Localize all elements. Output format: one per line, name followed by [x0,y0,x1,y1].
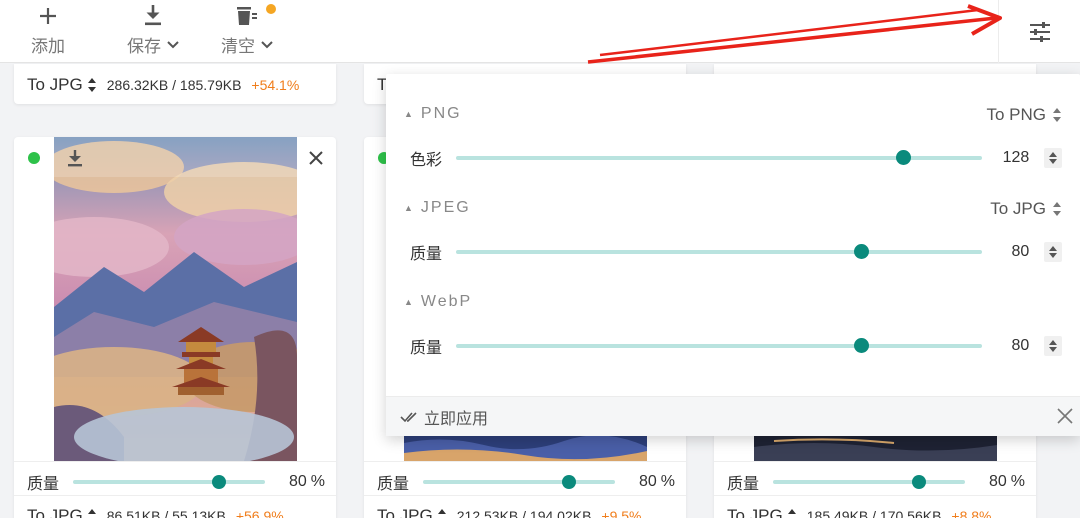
collapse-triangle-icon[interactable]: ▲ [404,203,413,213]
close-icon[interactable] [308,150,324,166]
sort-icon [1053,108,1061,122]
double-check-icon [400,411,417,422]
format-select-label[interactable]: To JPG [727,506,783,518]
file-sizes: 86.51KB / 55.13KB [106,508,226,518]
size-change: +9.5% [601,508,642,518]
format-select-label[interactable]: To JPG [377,506,433,518]
quality-label: 质量 [27,476,60,493]
save-button[interactable]: 保存 [122,0,184,57]
section-title: PNG [420,105,462,122]
param-row-webp: 质量 80 [410,336,1062,357]
quality-slider[interactable] [73,475,265,489]
preview-image[interactable] [54,137,297,461]
apply-now-button[interactable]: 立即应用 [400,405,488,429]
save-label: 保存 [127,37,161,56]
section-header-webp[interactable]: ▲ WebP [404,293,472,311]
quality-row: 质量 80 % [27,470,327,494]
quality-unit: % [310,473,326,490]
value-stepper[interactable] [1044,242,1062,262]
collapse-triangle-icon[interactable]: ▲ [404,109,413,119]
param-value: 128 [1002,149,1030,166]
toolbar: 添加 保存 清空 [0,0,1080,63]
color-slider[interactable] [456,150,983,165]
slider-knob[interactable] [211,475,226,489]
format-select-value: To PNG [986,105,1046,124]
size-change: +8.8% [951,508,992,518]
sort-icon [1053,202,1061,216]
size-change: +54.1% [251,77,300,93]
param-value: 80 [1011,337,1030,354]
status-dot [28,152,40,164]
settings-button[interactable] [998,0,1080,63]
sort-icon[interactable] [87,77,97,93]
format-select-png[interactable]: To PNG [986,105,1062,125]
preview-image[interactable] [754,433,997,461]
quality-row: 质量 80 % [377,470,677,494]
download-icon [143,0,163,26]
format-select-label[interactable]: To JPG [27,75,83,95]
quality-value: 80 [989,473,1007,490]
quality-unit: % [1010,473,1026,490]
add-button[interactable]: 添加 [26,0,70,57]
close-icon[interactable] [1056,407,1074,425]
section-header-png[interactable]: ▲ PNG [404,105,462,123]
value-stepper[interactable] [1044,336,1062,356]
sort-icon[interactable] [787,508,797,518]
size-change: +56.9% [235,508,284,518]
download-icon[interactable] [66,149,84,167]
slider-knob[interactable] [911,475,926,489]
param-label: 色彩 [410,152,443,169]
apply-now-label: 立即应用 [424,410,489,428]
section-title: WebP [420,293,473,310]
section-title: JPEG [420,199,471,216]
quality-slider[interactable] [423,475,615,489]
sliders-icon [1029,21,1050,42]
quality-label: 质量 [377,476,410,493]
quality-value: 80 [289,473,307,490]
slider-knob[interactable] [853,244,869,259]
preview-image[interactable] [404,433,647,461]
image-card: 质量 80 % To JPG 86.51KB / 55.13KB +56.9% [14,137,336,518]
file-sizes: 212.53KB / 194.02KB [456,508,592,518]
quality-value: 80 [639,473,657,490]
file-sizes: 286.32KB / 185.79KB [106,77,242,93]
file-sizes: 185.49KB / 170.56KB [806,508,942,518]
param-row-jpeg: 质量 80 [410,242,1062,263]
stepper-arrows-icon [1049,246,1058,258]
param-label: 质量 [410,246,443,263]
add-label: 添加 [31,37,65,56]
clear-label: 清空 [221,37,255,56]
param-value: 80 [1011,243,1030,260]
quality-unit: % [660,473,676,490]
compression-settings-panel: ▲ PNG To PNG 色彩 128 ▲ JPEG To JPG 质量 80 … [386,74,1080,436]
notification-badge [266,4,276,14]
quality-row: 质量 80 % [727,470,1027,494]
stepper-arrows-icon [1049,152,1058,164]
param-label: 质量 [410,340,443,357]
slider-knob[interactable] [853,338,869,353]
stepper-arrows-icon [1049,340,1058,352]
image-card-top-1: To JPG 286.32KB / 185.79KB +54.1% [14,64,336,104]
format-select-value: To JPG [990,199,1046,218]
section-header-jpeg[interactable]: ▲ JPEG [404,199,471,217]
sort-icon[interactable] [437,508,447,518]
plus-icon [38,0,58,26]
param-row-png: 色彩 128 [410,148,1062,169]
sort-icon[interactable] [87,508,97,518]
format-select-jpeg[interactable]: To JPG [990,199,1062,219]
format-select-label[interactable]: To JPG [27,506,83,518]
quality-slider[interactable] [456,244,983,259]
value-stepper[interactable] [1044,148,1062,168]
quality-slider[interactable] [773,475,965,489]
trash-icon [235,0,259,26]
chevron-down-icon [167,40,179,48]
quality-label: 质量 [727,476,760,493]
quality-slider[interactable] [456,338,983,353]
slider-knob[interactable] [895,150,911,165]
chevron-down-icon [261,40,273,48]
slider-knob[interactable] [561,475,576,489]
panel-footer: 立即应用 [386,396,1080,436]
collapse-triangle-icon[interactable]: ▲ [404,297,413,307]
